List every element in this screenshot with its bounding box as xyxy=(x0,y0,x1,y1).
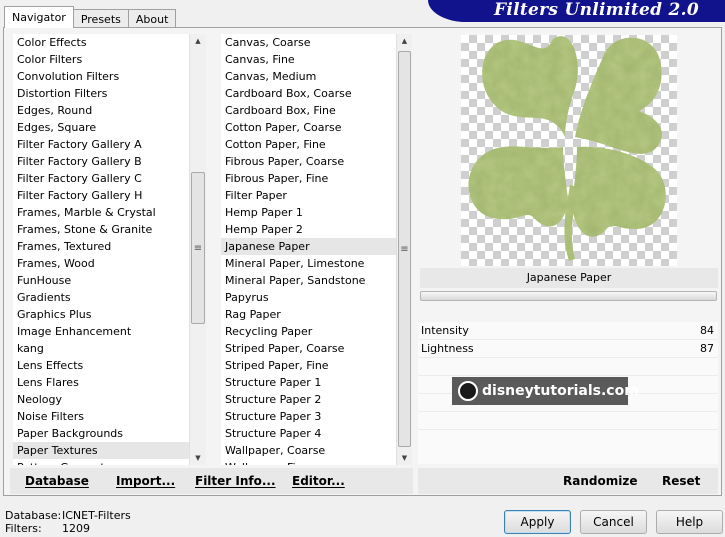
navigator-toolbar: Database Import... Filter Info... Editor… xyxy=(10,468,413,494)
watermark: disneytutorials.com xyxy=(452,377,639,405)
filter-list-item[interactable]: Structure Paper 3 xyxy=(221,408,396,425)
category-list-item[interactable]: Paper Backgrounds xyxy=(13,425,189,442)
filter-list-item[interactable]: Filter Paper xyxy=(221,187,396,204)
filter-scrollbar[interactable]: ▲ ≡ ▼ xyxy=(396,34,412,465)
category-list-item[interactable]: Lens Flares xyxy=(13,374,189,391)
filter-list-item[interactable]: Structure Paper 1 xyxy=(221,374,396,391)
parameter-name: Intensity xyxy=(421,324,469,337)
filter-preview xyxy=(461,35,677,266)
category-list-item[interactable]: Frames, Textured xyxy=(13,238,189,255)
filter-list-item[interactable]: Papyrus xyxy=(221,289,396,306)
filter-list-item[interactable]: Cardboard Box, Fine xyxy=(221,102,396,119)
filter-list-item[interactable]: Striped Paper, Fine xyxy=(221,357,396,374)
filter-list-item[interactable]: Canvas, Coarse xyxy=(221,34,396,51)
parameter-name: Lightness xyxy=(421,342,474,355)
category-list-item[interactable]: Gradients xyxy=(13,289,189,306)
category-list-item[interactable]: Filter Factory Gallery B xyxy=(13,153,189,170)
randomize-button[interactable]: Randomize xyxy=(555,474,645,488)
cancel-button[interactable]: Cancel xyxy=(580,510,647,534)
filter-info-button[interactable]: Filter Info... xyxy=(187,474,284,488)
parameter-row[interactable]: Intensity 84 xyxy=(418,322,718,340)
category-list-item[interactable]: Distortion Filters xyxy=(13,85,189,102)
category-list-item[interactable]: FunHouse xyxy=(13,272,189,289)
category-list-item[interactable]: Noise Filters xyxy=(13,408,189,425)
status-area: Database: ICNET-Filters Filters: 1209 xyxy=(5,509,131,535)
filter-list-item[interactable]: Canvas, Fine xyxy=(221,51,396,68)
help-button[interactable]: Help xyxy=(656,510,723,534)
filter-list-item[interactable]: Cardboard Box, Coarse xyxy=(221,85,396,102)
reset-button[interactable]: Reset xyxy=(654,474,708,488)
tab-navigator[interactable]: Navigator xyxy=(4,6,74,28)
tab-bar: Navigator Presets About xyxy=(4,6,177,28)
title-banner: Filters Unlimited 2.0 xyxy=(428,0,725,22)
filter-list-item[interactable]: Hemp Paper 1 xyxy=(221,204,396,221)
category-list-item[interactable]: Convolution Filters xyxy=(13,68,189,85)
filter-list-item[interactable]: Rag Paper xyxy=(221,306,396,323)
category-list-item[interactable]: Color Effects xyxy=(13,34,189,51)
tab-presets[interactable]: Presets xyxy=(72,9,129,28)
import-button[interactable]: Import... xyxy=(108,474,183,488)
tab-about[interactable]: About xyxy=(127,9,177,28)
database-status-value: ICNET-Filters xyxy=(62,509,131,522)
filter-list-item[interactable]: Striped Paper, Coarse xyxy=(221,340,396,357)
filter-list-item[interactable]: Wallpaper, Coarse xyxy=(221,442,396,459)
category-list-item[interactable]: Edges, Round xyxy=(13,102,189,119)
category-list[interactable]: Color Effects Color Filters Convolution Fi… xyxy=(13,34,189,465)
category-list-item[interactable]: Neology xyxy=(13,391,189,408)
empty-parameter-row xyxy=(418,358,718,376)
preview-toolbar: Randomize Reset xyxy=(418,468,718,494)
filter-list-item[interactable]: Structure Paper 2 xyxy=(221,391,396,408)
category-list-item[interactable]: Frames, Wood xyxy=(13,255,189,272)
filter-list-item[interactable]: Mineral Paper, Sandstone xyxy=(221,272,396,289)
progress-bar xyxy=(420,291,717,301)
filter-list-item[interactable]: Cotton Paper, Coarse xyxy=(221,119,396,136)
category-list-item[interactable]: Paper Textures xyxy=(13,442,189,459)
scroll-down-arrow-icon[interactable]: ▼ xyxy=(397,451,412,465)
parameter-value: 87 xyxy=(700,342,714,355)
filter-list-item[interactable]: Structure Paper 4 xyxy=(221,425,396,442)
category-list-item[interactable]: kang xyxy=(13,340,189,357)
category-list-item[interactable]: Pattern Generators xyxy=(13,459,189,465)
app-title: Filters Unlimited 2.0 xyxy=(494,0,699,20)
filters-count-value: 1209 xyxy=(62,522,90,535)
filter-list-item[interactable]: Fibrous Paper, Coarse xyxy=(221,153,396,170)
selected-filter-label: Japanese Paper xyxy=(420,268,718,288)
category-scrollbar[interactable]: ▲ ≡ ▼ xyxy=(189,34,206,465)
filter-list-item[interactable]: Japanese Paper xyxy=(221,238,396,255)
filter-list-item[interactable]: Wallpaper, Fine xyxy=(221,459,396,465)
filter-list-item[interactable]: Hemp Paper 2 xyxy=(221,221,396,238)
apply-button[interactable]: Apply xyxy=(504,510,571,534)
filter-list[interactable]: Canvas, Coarse Canvas, Fine Canvas, Medium… xyxy=(221,34,396,465)
category-list-item[interactable]: Lens Effects xyxy=(13,357,189,374)
scroll-thumb[interactable]: ≡ xyxy=(398,51,411,447)
parameter-row[interactable]: Lightness 87 xyxy=(418,340,718,358)
clover-preview-image xyxy=(468,36,666,261)
category-list-item[interactable]: Frames, Stone & Granite xyxy=(13,221,189,238)
filter-list-item[interactable]: Fibrous Paper, Fine xyxy=(221,170,396,187)
scroll-up-arrow-icon[interactable]: ▲ xyxy=(397,34,412,48)
watermark-text: disneytutorials.com xyxy=(482,383,639,399)
scroll-down-arrow-icon[interactable]: ▼ xyxy=(190,451,206,465)
database-status-label: Database: xyxy=(5,509,62,522)
scroll-up-arrow-icon[interactable]: ▲ xyxy=(190,34,206,48)
filter-list-item[interactable]: Recycling Paper xyxy=(221,323,396,340)
category-list-item[interactable]: Filter Factory Gallery C xyxy=(13,170,189,187)
category-list-item[interactable]: Color Filters xyxy=(13,51,189,68)
category-list-item[interactable]: Frames, Marble & Crystal xyxy=(13,204,189,221)
filter-list-item[interactable]: Canvas, Medium xyxy=(221,68,396,85)
parameter-value: 84 xyxy=(700,324,714,337)
category-list-item[interactable]: Image Enhancement xyxy=(13,323,189,340)
category-list-item[interactable]: Filter Factory Gallery A xyxy=(13,136,189,153)
category-list-item[interactable]: Filter Factory Gallery H xyxy=(13,187,189,204)
mickey-logo-icon xyxy=(458,381,478,401)
empty-parameter-row xyxy=(418,412,718,430)
filter-list-item[interactable]: Mineral Paper, Limestone xyxy=(221,255,396,272)
category-list-item[interactable]: Graphics Plus xyxy=(13,306,189,323)
category-list-item[interactable]: Edges, Square xyxy=(13,119,189,136)
editor-button[interactable]: Editor... xyxy=(284,474,353,488)
scroll-thumb[interactable]: ≡ xyxy=(191,172,205,324)
filters-count-label: Filters: xyxy=(5,522,42,535)
database-button[interactable]: Database xyxy=(17,474,97,488)
filter-list-item[interactable]: Cotton Paper, Fine xyxy=(221,136,396,153)
